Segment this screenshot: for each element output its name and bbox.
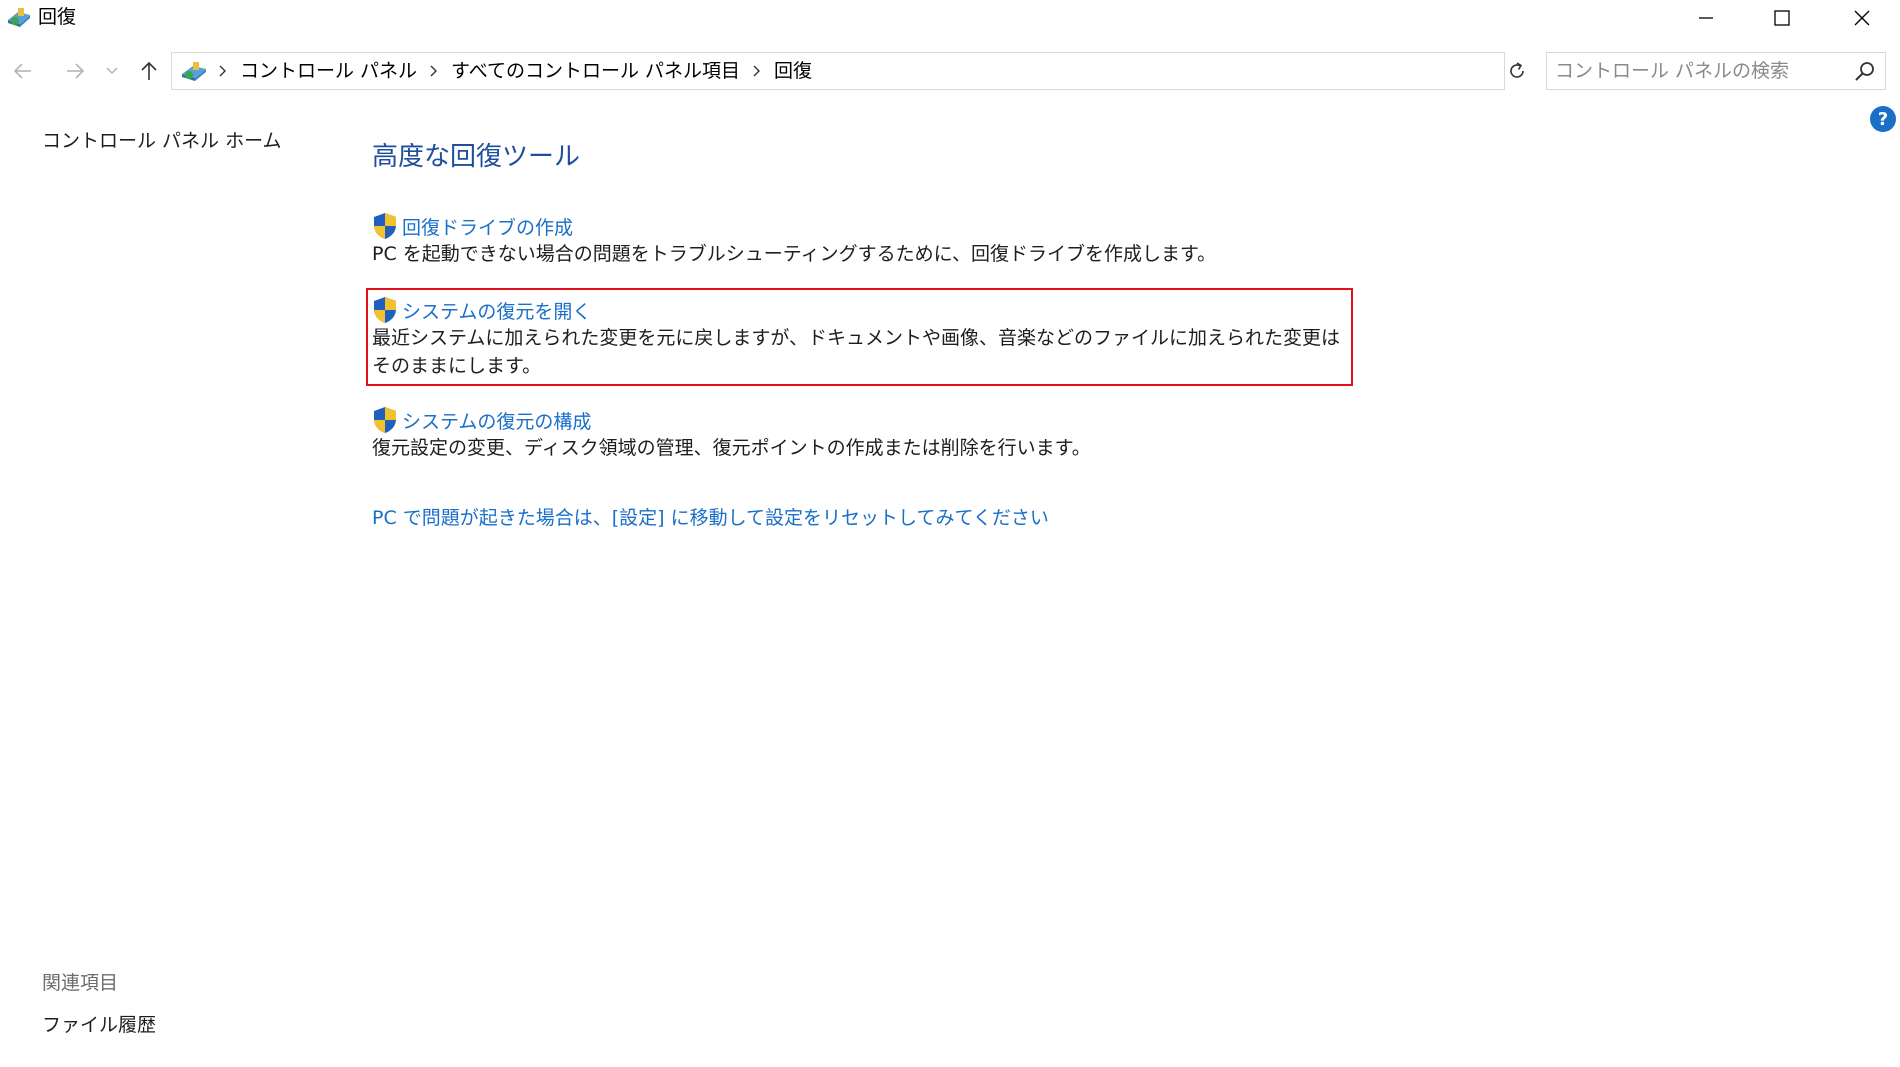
arrow-left-icon [13, 63, 31, 79]
title-bar: 回復 [0, 0, 1900, 36]
tool-configure-system-restore: システムの復元の構成 復元設定の変更、ディスク領域の管理、復元ポイントの作成また… [372, 406, 1352, 462]
uac-shield-icon [374, 213, 396, 239]
chevron-down-icon [106, 67, 118, 75]
close-button[interactable] [1822, 0, 1900, 36]
breadcrumb-separator[interactable] [212, 53, 234, 89]
tool-create-recovery-drive: 回復ドライブの作成 PC を起動できない場合の問題をトラブルシューティングするた… [372, 212, 1352, 268]
control-panel-home-link[interactable]: コントロール パネル ホーム [42, 126, 282, 153]
window-title: 回復 [38, 6, 77, 28]
open-system-restore-link[interactable]: システムの復元を開く [372, 296, 1352, 324]
chevron-right-icon [753, 65, 760, 77]
search-box[interactable] [1546, 52, 1886, 90]
tool-link-label[interactable]: 回復ドライブの作成 [402, 213, 573, 240]
configure-system-restore-link[interactable]: システムの復元の構成 [372, 406, 1352, 434]
up-button[interactable] [134, 56, 164, 86]
file-history-link[interactable]: ファイル履歴 [42, 1010, 156, 1037]
search-icon[interactable] [1853, 60, 1877, 84]
tool-description: PC を起動できない場合の問題をトラブルシューティングするために、回復ドライブを… [372, 243, 1217, 265]
tool-open-system-restore: システムの復元を開く 最近システムに加えられた変更を元に戻しますが、ドキュメント… [372, 296, 1352, 380]
tool-description: 復元設定の変更、ディスク領域の管理、復元ポイントの作成または削除を行います。 [372, 437, 1091, 459]
breadcrumb-item[interactable]: すべてのコントロール パネル項目 [445, 53, 746, 89]
minimize-button[interactable] [1666, 0, 1746, 36]
breadcrumb-item[interactable]: コントロール パネル [234, 53, 423, 89]
breadcrumb: コントロール パネル すべてのコントロール パネル項目 回復 [212, 53, 818, 89]
chevron-right-icon [430, 65, 438, 77]
control-panel-icon [8, 8, 30, 27]
related-items-heading: 関連項目 [42, 972, 119, 994]
forward-button[interactable] [60, 56, 90, 86]
maximize-icon [1774, 10, 1790, 26]
refresh-button[interactable] [1502, 52, 1532, 90]
back-button[interactable] [8, 56, 38, 86]
breadcrumb-separator[interactable] [746, 53, 768, 89]
uac-shield-icon [374, 297, 396, 323]
chevron-right-icon [219, 65, 226, 77]
tool-link-label[interactable]: システムの復元の構成 [402, 407, 591, 434]
reset-pc-settings-link[interactable]: PC で問題が起きた場合は、[設定] に移動して設定をリセットしてみてください [372, 503, 1049, 530]
refresh-icon [1510, 62, 1524, 78]
tool-description: 最近システムに加えられた変更を元に戻しますが、ドキュメントや画像、音楽などのファ… [372, 327, 1341, 377]
help-icon[interactable]: ? [1870, 106, 1896, 132]
arrow-right-icon [67, 63, 85, 79]
create-recovery-drive-link[interactable]: 回復ドライブの作成 [372, 212, 1352, 240]
tool-link-label[interactable]: システムの復元を開く [402, 297, 591, 324]
minimize-icon [1699, 17, 1713, 19]
address-bar[interactable]: コントロール パネル すべてのコントロール パネル項目 回復 [171, 52, 1664, 90]
breadcrumb-separator[interactable] [423, 53, 445, 89]
navigation-bar: コントロール パネル すべてのコントロール パネル項目 回復 [0, 50, 1900, 94]
close-icon [1854, 10, 1870, 26]
page-title: 高度な回復ツール [372, 142, 581, 172]
search-input[interactable] [1555, 57, 1835, 85]
arrow-up-icon [141, 61, 157, 80]
uac-shield-icon [374, 407, 396, 433]
recent-locations-button[interactable] [100, 56, 124, 86]
breadcrumb-item[interactable]: 回復 [768, 53, 818, 89]
control-panel-icon [182, 62, 206, 81]
maximize-button[interactable] [1742, 0, 1822, 36]
